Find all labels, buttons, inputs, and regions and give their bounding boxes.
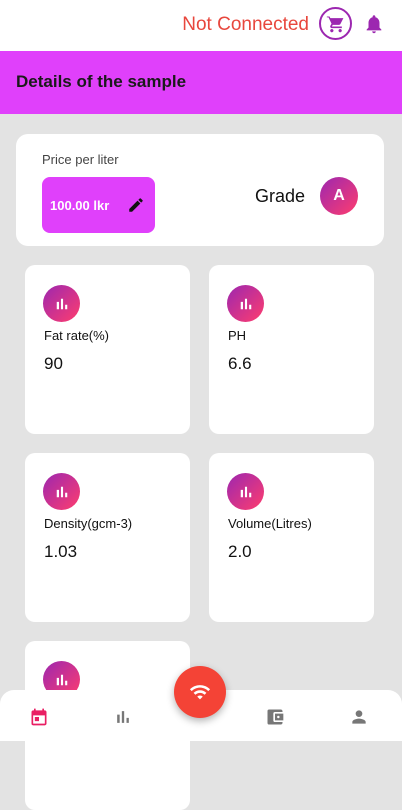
grade-badge: A	[320, 177, 358, 215]
metric-label: Volume(Litres)	[228, 516, 312, 531]
bar-chart-icon	[43, 285, 80, 322]
cart-icon	[326, 15, 343, 32]
grade-label: Grade	[255, 186, 306, 206]
bar-chart-icon	[227, 473, 264, 510]
metric-value: 1.03	[44, 542, 78, 561]
price-label: Price per liter	[42, 152, 119, 167]
metric-value: 2.0	[228, 542, 252, 561]
edit-icon[interactable]	[127, 196, 145, 214]
metric-card-volume[interactable]: Volume(Litres) 2.0	[209, 453, 374, 622]
price-value: 100.00 lkr	[50, 198, 110, 213]
metric-card-density[interactable]: Density(gcm-3) 1.03	[25, 453, 190, 622]
wifi-fab-button[interactable]	[174, 666, 226, 718]
bell-icon	[366, 15, 382, 34]
price-card: Price per liter 100.00 lkr Grade A	[16, 134, 384, 246]
nav-wallet[interactable]	[264, 706, 286, 728]
metric-card-ph[interactable]: PH 6.6	[209, 265, 374, 434]
person-icon	[352, 710, 366, 724]
nav-calendar[interactable]	[28, 706, 50, 728]
metric-card-fat-rate[interactable]: Fat rate(%) 90	[25, 265, 190, 434]
metric-value: 90	[44, 354, 63, 373]
metric-value: 6.6	[228, 354, 252, 373]
page-title: Details of the sample	[16, 72, 187, 91]
cart-button[interactable]	[319, 7, 352, 40]
bar-chart-icon	[227, 285, 264, 322]
metric-label: PH	[228, 328, 247, 343]
wallet-icon	[267, 709, 284, 725]
notifications-button[interactable]	[363, 13, 385, 40]
page-header: Details of the sample	[0, 51, 402, 114]
bar-chart-icon	[117, 711, 129, 723]
connection-status: Not Connected	[182, 14, 309, 35]
nav-stats[interactable]	[112, 706, 134, 728]
metric-label: Density(gcm-3)	[44, 516, 133, 531]
nav-profile[interactable]	[348, 706, 370, 728]
bar-chart-icon	[43, 473, 80, 510]
price-box[interactable]: 100.00 lkr	[42, 177, 155, 233]
wifi-icon	[189, 685, 211, 700]
metric-label: Fat rate(%)	[44, 328, 110, 343]
top-bar: Not Connected	[0, 0, 402, 51]
calendar-icon	[31, 708, 47, 726]
